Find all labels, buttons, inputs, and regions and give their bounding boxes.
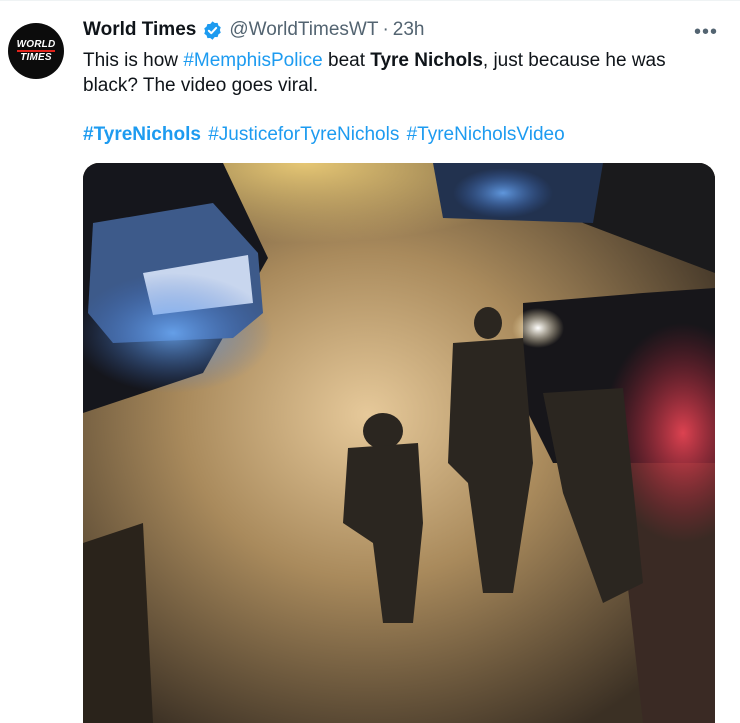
- hashtag-justice-for-tyre-nichols[interactable]: #JusticeforTyreNichols: [208, 124, 399, 145]
- night-scene-image: [83, 163, 715, 723]
- tweet-time[interactable]: 23h: [393, 19, 425, 41]
- more-options-icon[interactable]: •••: [694, 21, 718, 44]
- tweet-text-part2: beat: [322, 50, 371, 71]
- verified-badge-icon[interactable]: [202, 20, 223, 41]
- tweet-header: World Times @WorldTimesWT · 23h: [83, 19, 424, 41]
- separator-dot: ·: [382, 19, 389, 40]
- tweet-text-part1: This is how: [83, 50, 184, 71]
- hashtag-memphis-police[interactable]: #MemphisPolice: [183, 50, 322, 71]
- avatar[interactable]: WORLD TIMES: [8, 23, 64, 79]
- hashtag-tyre-nichols-video[interactable]: #TyreNicholsVideo: [407, 124, 565, 145]
- logo-line-1: WORLD: [16, 38, 56, 50]
- logo-line-2: TIMES: [20, 52, 52, 63]
- hashtag-list: #TyreNichols #JusticeforTyreNichols #Tyr…: [83, 122, 567, 147]
- tweet[interactable]: WORLD TIMES World Times @WorldTimesWT · …: [0, 0, 740, 723]
- tweet-video-thumbnail[interactable]: [83, 163, 715, 723]
- world-times-logo: WORLD TIMES: [15, 38, 57, 63]
- author-name[interactable]: World Times: [83, 19, 196, 41]
- tweet-text-name: Tyre Nichols: [370, 50, 483, 71]
- tweet-text: This is how #MemphisPolice beat Tyre Nic…: [83, 48, 713, 98]
- hashtag-tyre-nichols[interactable]: #TyreNichols: [83, 124, 201, 145]
- author-handle[interactable]: @WorldTimesWT: [229, 19, 378, 41]
